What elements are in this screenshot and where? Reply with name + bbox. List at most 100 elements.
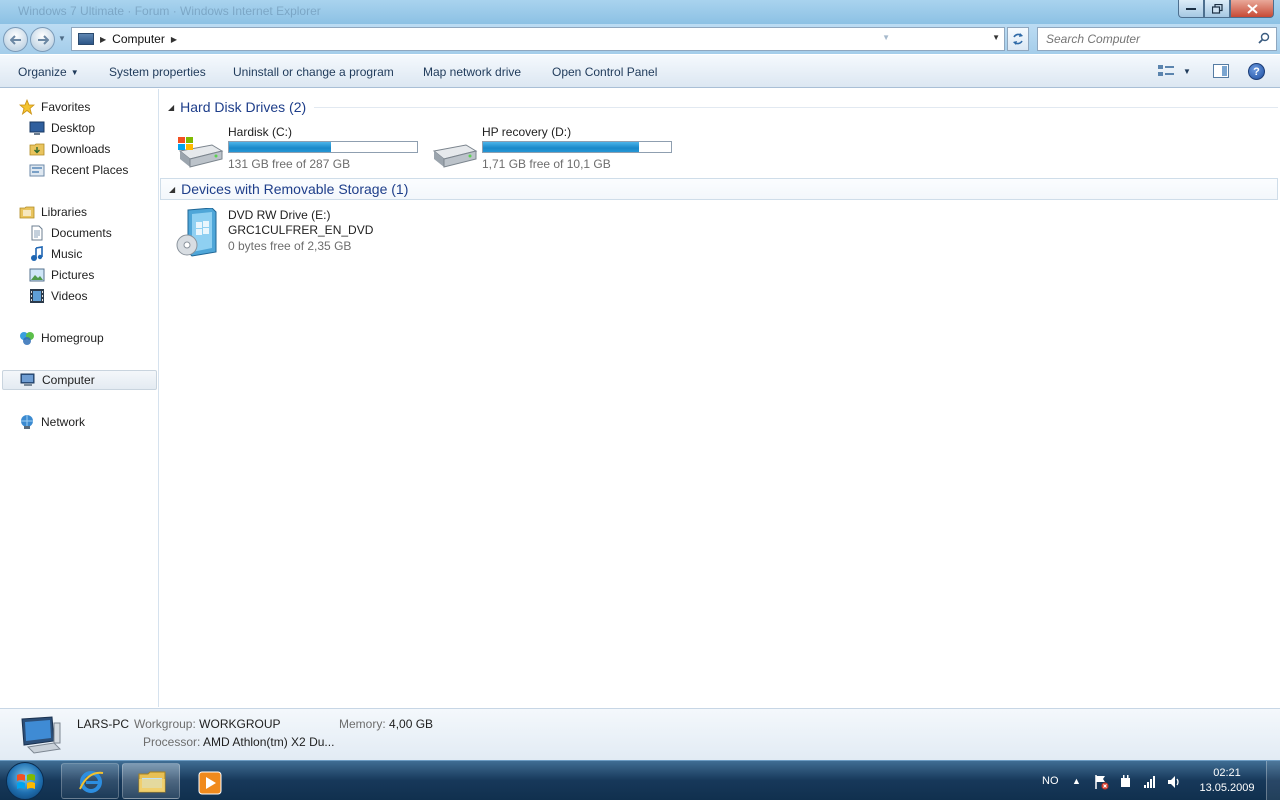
- internet-explorer-icon: [79, 771, 104, 793]
- collapse-triangle-icon[interactable]: ◢: [169, 185, 175, 194]
- language-indicator[interactable]: NO: [1042, 761, 1059, 800]
- nav-documents[interactable]: Documents: [29, 223, 112, 243]
- drive-usage-bar: [482, 141, 672, 153]
- downloads-folder-icon: [29, 143, 45, 156]
- preview-pane-button[interactable]: [1213, 64, 1229, 78]
- processor-label: Processor:: [143, 735, 201, 749]
- group-title: Devices with Removable Storage (1): [181, 181, 409, 197]
- organize-label: Organize: [18, 65, 67, 79]
- computer-icon: [20, 373, 35, 386]
- nav-videos-label: Videos: [51, 289, 88, 303]
- breadcrumb-computer[interactable]: Computer: [112, 32, 165, 46]
- system-properties-button[interactable]: System properties: [109, 65, 206, 79]
- nav-computer-label: Computer: [42, 373, 95, 387]
- nav-recent-places[interactable]: Recent Places: [29, 160, 128, 180]
- nav-pictures[interactable]: Pictures: [29, 265, 94, 285]
- nav-desktop-label: Desktop: [51, 121, 96, 135]
- nav-network[interactable]: Network: [19, 412, 85, 432]
- memory-label: Memory:: [339, 717, 386, 731]
- nav-documents-label: Documents: [51, 226, 112, 240]
- drive-name: HP recovery (D:): [482, 125, 572, 139]
- drive-name: DVD RW Drive (E:): [228, 208, 331, 222]
- group-title: Hard Disk Drives (2): [180, 99, 307, 115]
- breadcrumb-chevron-icon[interactable]: ▶: [100, 35, 106, 44]
- drive-free-space: 131 GB free of 287 GB: [228, 157, 351, 171]
- power-plug-icon[interactable]: [1118, 774, 1134, 790]
- view-options-dropdown[interactable]: ▼: [1183, 67, 1191, 76]
- map-network-drive-button[interactable]: Map network drive: [423, 65, 521, 79]
- organize-button[interactable]: Organize ▼: [18, 65, 79, 79]
- clock-date: 13.05.2009: [1199, 782, 1255, 794]
- nav-network-label: Network: [41, 415, 86, 429]
- nav-desktop[interactable]: Desktop: [29, 118, 95, 138]
- maximize-button[interactable]: [1204, 0, 1230, 18]
- recent-places-icon: [29, 164, 45, 177]
- nav-libraries[interactable]: Libraries: [19, 202, 87, 222]
- recent-pages-dropdown[interactable]: ▼: [58, 34, 66, 43]
- drive-free-space: 1,71 GB free of 10,1 GB: [482, 157, 611, 171]
- uninstall-program-button[interactable]: Uninstall or change a program: [233, 65, 394, 79]
- address-bar[interactable]: ▶ Computer ▶ ▼ ▼: [71, 27, 1005, 51]
- restore-icon: [1211, 3, 1223, 14]
- homegroup-icon: [20, 332, 34, 345]
- start-button[interactable]: [6, 762, 44, 800]
- pictures-icon: [29, 268, 45, 282]
- show-desktop-button[interactable]: [1266, 761, 1280, 800]
- computer-icon: [21, 716, 62, 754]
- nav-music-label: Music: [51, 247, 83, 261]
- network-icon: [21, 415, 33, 429]
- close-button[interactable]: [1230, 0, 1274, 18]
- collapse-triangle-icon[interactable]: ◢: [168, 103, 174, 112]
- nav-music[interactable]: Music: [29, 244, 82, 264]
- address-row: ▼ ▶ Computer ▶ ▼ ▼: [0, 24, 1280, 54]
- open-control-panel-button[interactable]: Open Control Panel: [552, 65, 657, 79]
- drive-e-dvd[interactable]: DVD RW Drive (E:) GRC1CULFRER_EN_DVD 0 b…: [176, 208, 438, 258]
- navigation-pane: Favorites Desktop Downloads Recent Place…: [0, 89, 159, 707]
- title-bar: Windows 7 Ultimate · Forum · Windows Int…: [0, 0, 1280, 24]
- taskbar-windows-explorer[interactable]: [122, 763, 180, 799]
- folder-icon: [138, 771, 166, 793]
- breadcrumb-chevron-icon[interactable]: ▶: [171, 35, 177, 44]
- help-button[interactable]: ?: [1248, 63, 1265, 80]
- memory-field: Memory: 4,00 GB: [339, 717, 433, 731]
- nav-downloads[interactable]: Downloads: [29, 139, 110, 159]
- nav-homegroup[interactable]: Homegroup: [19, 328, 104, 348]
- nav-computer[interactable]: Computer: [2, 370, 157, 390]
- nav-homegroup-label: Homegroup: [41, 331, 104, 345]
- nav-favorites[interactable]: Favorites: [19, 97, 90, 117]
- hard-drive-windows-icon: [178, 137, 224, 168]
- nav-pictures-label: Pictures: [51, 268, 95, 282]
- taskbar-internet-explorer[interactable]: [61, 763, 119, 799]
- hard-drive-icon: [432, 144, 478, 168]
- network-signal-icon[interactable]: [1142, 774, 1158, 790]
- drive-c[interactable]: Hardisk (C:) 131 GB free of 287 GB: [176, 125, 438, 171]
- speaker-volume-icon[interactable]: [1166, 774, 1182, 790]
- computer-name: LARS-PC: [77, 717, 130, 731]
- clock[interactable]: 02:21 13.05.2009: [1194, 766, 1260, 796]
- taskbar-media-player[interactable]: [183, 763, 229, 799]
- film-strip-icon: [30, 289, 44, 303]
- refresh-button[interactable]: [1007, 27, 1029, 51]
- show-hidden-icons-button[interactable]: ▲: [1072, 761, 1081, 800]
- disc-label: GRC1CULFRER_EN_DVD: [228, 223, 374, 237]
- search-icon[interactable]: [1258, 32, 1270, 44]
- drive-free-space: 0 bytes free of 2,35 GB: [228, 239, 352, 253]
- back-button[interactable]: [3, 27, 28, 52]
- change-view-icon[interactable]: [1157, 63, 1175, 79]
- action-center-flag-icon[interactable]: [1093, 774, 1109, 790]
- group-header-hard-disk-drives[interactable]: ◢ Hard Disk Drives (2): [160, 96, 1278, 118]
- window-title: Windows 7 Ultimate · Forum · Windows Int…: [18, 4, 321, 18]
- taskbar: NO ▲ 02:21 13.05.2009: [0, 760, 1280, 800]
- address-dropdown-icon[interactable]: ▼: [992, 33, 1000, 42]
- computer-icon: [78, 33, 94, 45]
- drive-d[interactable]: HP recovery (D:) 1,71 GB free of 10,1 GB: [430, 125, 692, 171]
- minimize-button[interactable]: [1178, 0, 1204, 18]
- close-icon: [1246, 3, 1258, 14]
- nav-videos[interactable]: Videos: [29, 286, 87, 306]
- forward-button[interactable]: [30, 27, 55, 52]
- search-box[interactable]: [1037, 27, 1277, 51]
- command-bar: Organize ▼ System properties Uninstall or…: [0, 55, 1280, 88]
- help-icon: ?: [1253, 65, 1260, 78]
- group-header-removable-storage[interactable]: ◢ Devices with Removable Storage (1): [160, 178, 1278, 200]
- search-input[interactable]: [1038, 32, 1248, 46]
